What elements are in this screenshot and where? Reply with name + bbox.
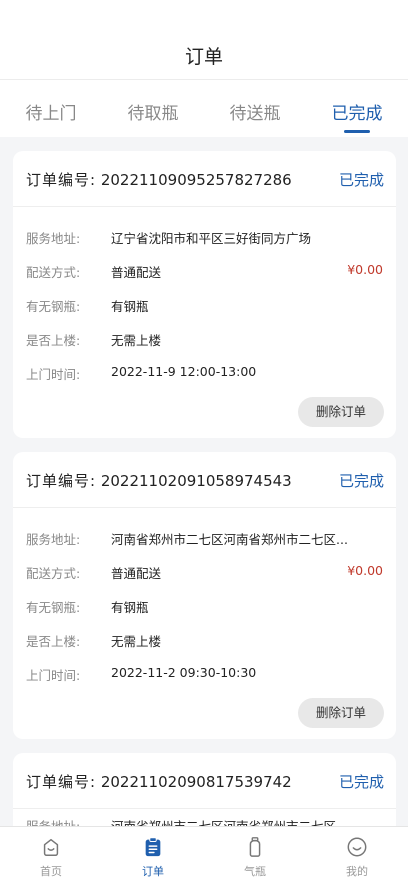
service-address-value: 辽宁省沈阳市和平区三好街同方广场 [111, 231, 312, 246]
order-number-value: 20221102090817539742 [100, 773, 292, 791]
tabbar-item-home[interactable]: 首页 [0, 827, 102, 883]
order-card[interactable]: 订单编号: 20221109095257827286 已完成 服务地址: 辽宁省… [13, 151, 396, 438]
tabbar-mine-label: 我的 [346, 865, 368, 878]
stairs-row: 是否上楼: 无需上楼 [26, 631, 383, 651]
order-number-value: 20221109095257827286 [100, 171, 292, 189]
tabbar-orders-label: 订单 [142, 865, 164, 878]
bottom-tab-bar: 首页 订单 气瓶 我的 [0, 826, 408, 883]
order-card-header: 订单编号: 20221102090817539742 已完成 [13, 753, 396, 809]
order-card[interactable]: 订单编号: 20221102090817539742 已完成 服务地址: 河南省… [13, 753, 396, 826]
order-number: 订单编号: 20221102091058974543 [26, 470, 292, 491]
delivery-method-value: 普通配送 [111, 265, 162, 280]
order-card-header: 订单编号: 20221102091058974543 已完成 [13, 452, 396, 508]
tabbar-cylinder-label: 气瓶 [244, 865, 266, 878]
cylinder-value: 有钢瓶 [111, 600, 149, 615]
header: 订单 [0, 0, 408, 80]
cylinder-row: 有无钢瓶: 有钢瓶 [26, 597, 383, 617]
tab-pending-pickup[interactable]: 待取瓶 [108, 99, 198, 124]
service-address-label: 服务地址: [26, 231, 81, 246]
tabbar-item-cylinder[interactable]: 气瓶 [204, 827, 306, 883]
delivery-method-row: 配送方式: 普通配送 ¥0.00 [26, 563, 383, 583]
service-address-row: 服务地址: 辽宁省沈阳市和平区三好街同方广场 [26, 228, 383, 248]
tabbar-home-label: 首页 [40, 865, 62, 878]
visit-time-label: 上门时间: [26, 668, 81, 683]
stairs-row: 是否上楼: 无需上楼 [26, 330, 383, 350]
status-badge: 已完成 [338, 472, 384, 490]
page-title: 订单 [184, 46, 223, 68]
service-address-label: 服务地址: [26, 816, 80, 826]
stairs-label: 是否上楼: [26, 333, 81, 348]
home-icon [43, 838, 59, 856]
cylinder-value: 有钢瓶 [111, 299, 149, 314]
service-address-value: 河南省郑州市二七区河南省郑州市二七区... [111, 532, 348, 547]
smile-icon [347, 837, 367, 857]
status-tabs: 待上门 待取瓶 待送瓶 已完成 [0, 80, 408, 137]
order-list[interactable]: 订单编号: 20221109095257827286 已完成 服务地址: 辽宁省… [0, 137, 408, 826]
order-number-label: 订单编号: [26, 171, 97, 189]
visit-time-label: 上门时间: [26, 367, 81, 382]
order-number: 订单编号: 20221102090817539742 [26, 771, 292, 792]
stairs-value: 无需上楼 [111, 333, 162, 348]
tabbar-item-orders[interactable]: 订单 [102, 827, 204, 883]
service-address-row: 服务地址: 河南省郑州市二七区河南省郑州市二七区... [26, 529, 383, 549]
visit-time-value: 2022-11-2 09:30-10:30 [111, 665, 257, 680]
stairs-value: 无需上楼 [111, 634, 162, 649]
order-price: ¥0.00 [347, 563, 383, 578]
clipboard-icon [145, 837, 161, 857]
delivery-method-label: 配送方式: [26, 265, 81, 280]
service-address-value: 河南省郑州市二七区河南省郑州市二七区 [111, 816, 336, 826]
delete-order-button[interactable]: 删除订单 [298, 698, 384, 728]
tab-pending-visit[interactable]: 待上门 [6, 99, 96, 124]
cylinder-row: 有无钢瓶: 有钢瓶 [26, 296, 383, 316]
tab-completed[interactable]: 已完成 [312, 99, 402, 124]
order-number: 订单编号: 20221109095257827286 [26, 169, 292, 190]
visit-time-row: 上门时间: 2022-11-2 09:30-10:30 [26, 665, 383, 685]
delete-order-button[interactable]: 删除订单 [298, 397, 384, 427]
visit-time-value: 2022-11-9 12:00-13:00 [111, 364, 257, 379]
service-address-row: 服务地址: 河南省郑州市二七区河南省郑州市二七区 [26, 816, 383, 826]
status-badge: 已完成 [338, 773, 384, 791]
delivery-method-value: 普通配送 [111, 566, 162, 581]
gas-bottle-icon [249, 837, 261, 857]
order-number-value: 20221102091058974543 [100, 472, 292, 490]
stairs-label: 是否上楼: [26, 634, 81, 649]
cylinder-label: 有无钢瓶: [26, 600, 81, 615]
tab-pending-delivery[interactable]: 待送瓶 [210, 99, 300, 124]
visit-time-row: 上门时间: 2022-11-9 12:00-13:00 [26, 364, 383, 384]
order-card-header: 订单编号: 20221109095257827286 已完成 [13, 151, 396, 207]
delivery-method-row: 配送方式: 普通配送 ¥0.00 [26, 262, 383, 282]
order-number-label: 订单编号: [26, 773, 97, 791]
order-number-label: 订单编号: [26, 472, 97, 490]
service-address-label: 服务地址: [26, 532, 81, 547]
status-badge: 已完成 [338, 171, 384, 189]
active-tab-indicator [344, 130, 370, 133]
delivery-method-label: 配送方式: [26, 566, 81, 581]
cylinder-label: 有无钢瓶: [26, 299, 81, 314]
order-card[interactable]: 订单编号: 20221102091058974543 已完成 服务地址: 河南省… [13, 452, 396, 739]
order-price: ¥0.00 [347, 262, 383, 277]
tabbar-item-mine[interactable]: 我的 [306, 827, 408, 883]
